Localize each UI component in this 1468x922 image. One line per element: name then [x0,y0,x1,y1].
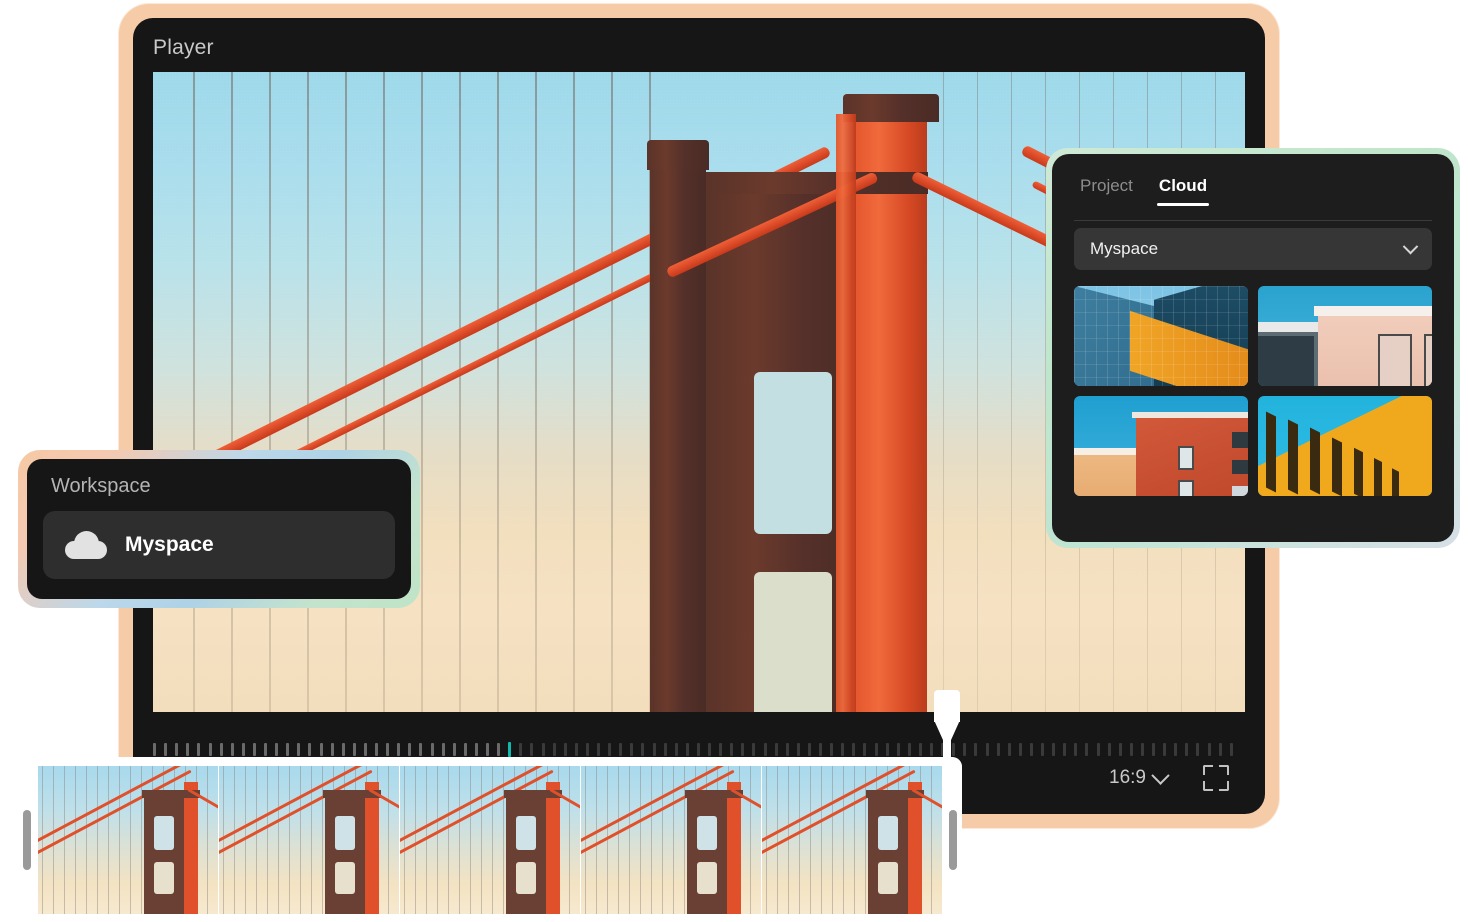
cloud-icon [65,531,107,559]
page-title: Player [153,36,214,59]
tower-red-edge [836,114,856,712]
screen-root: Player 16:9 Project Cloud Myspace Worksp… [0,0,1468,922]
tab-project[interactable]: Project [1080,176,1133,206]
timeline-clip[interactable] [18,757,962,922]
workspace-item-label: Myspace [125,533,214,556]
workspace-item-myspace[interactable]: Myspace [43,511,395,579]
far-tower-cap [647,140,709,170]
filmstrip-frame [219,765,400,914]
suspender-cable [307,72,309,712]
workspace-select[interactable]: Myspace [1074,228,1432,270]
tower-portal-lower [754,572,832,712]
thumbnail-blue-glass-office-building[interactable] [1074,286,1248,386]
trim-handle-right[interactable] [944,757,962,922]
thumbnail-pink-modern-facade[interactable] [1258,286,1432,386]
tab-cloud[interactable]: Cloud [1156,176,1210,206]
far-tower [650,162,706,712]
fullscreen-icon[interactable] [1203,765,1229,791]
trim-handle-left[interactable] [18,757,36,922]
workspace-panel-frame: Workspace Myspace [18,450,420,608]
suspender-cable [1011,72,1012,712]
chevron-down-icon [1402,238,1419,254]
suspender-cable [535,72,537,712]
cloud-thumbnail-grid [1074,286,1432,496]
filmstrip-frame [762,765,942,914]
suspender-cable [193,72,195,712]
playhead-head [934,690,960,722]
trim-grip-left [23,809,31,870]
filmstrip-frame [581,765,762,914]
suspender-cable [943,72,944,712]
filmstrip-frame [38,765,219,914]
suspender-cable [383,72,385,712]
suspender-cable [977,72,978,712]
cloud-panel: Project Cloud Myspace [1052,154,1454,542]
cloud-panel-frame: Project Cloud Myspace [1046,148,1460,548]
thumbnail-orange-brick-apartment[interactable] [1074,396,1248,496]
aspect-ratio-button[interactable]: 16:9 [1109,765,1170,789]
aspect-ratio-label: 16:9 [1109,767,1146,788]
near-tower-cap [843,94,939,122]
clip-filmstrip [38,765,942,914]
suspender-cable [497,72,499,712]
cloud-panel-tabs: Project Cloud [1074,176,1432,206]
suspender-cable [573,72,575,712]
tower-portal-upper [754,372,832,534]
near-tower-crossbeam-top [706,172,928,194]
workspace-panel: Workspace Myspace [27,459,411,599]
workspace-select-value: Myspace [1090,239,1159,258]
chevron-down-icon [1151,765,1170,785]
workspace-panel-title: Workspace [51,475,151,497]
thumbnail-yellow-colonnade-building[interactable] [1258,396,1432,496]
suspender-cable [269,72,271,712]
suspender-cable [231,72,233,712]
near-tower-column [853,114,927,712]
filmstrip-frame [400,765,581,914]
playhead-neck [934,720,960,742]
trim-grip-right [949,809,957,870]
suspender-cable [459,72,461,712]
tabs-divider [1074,220,1432,221]
suspender-cable [611,72,613,712]
